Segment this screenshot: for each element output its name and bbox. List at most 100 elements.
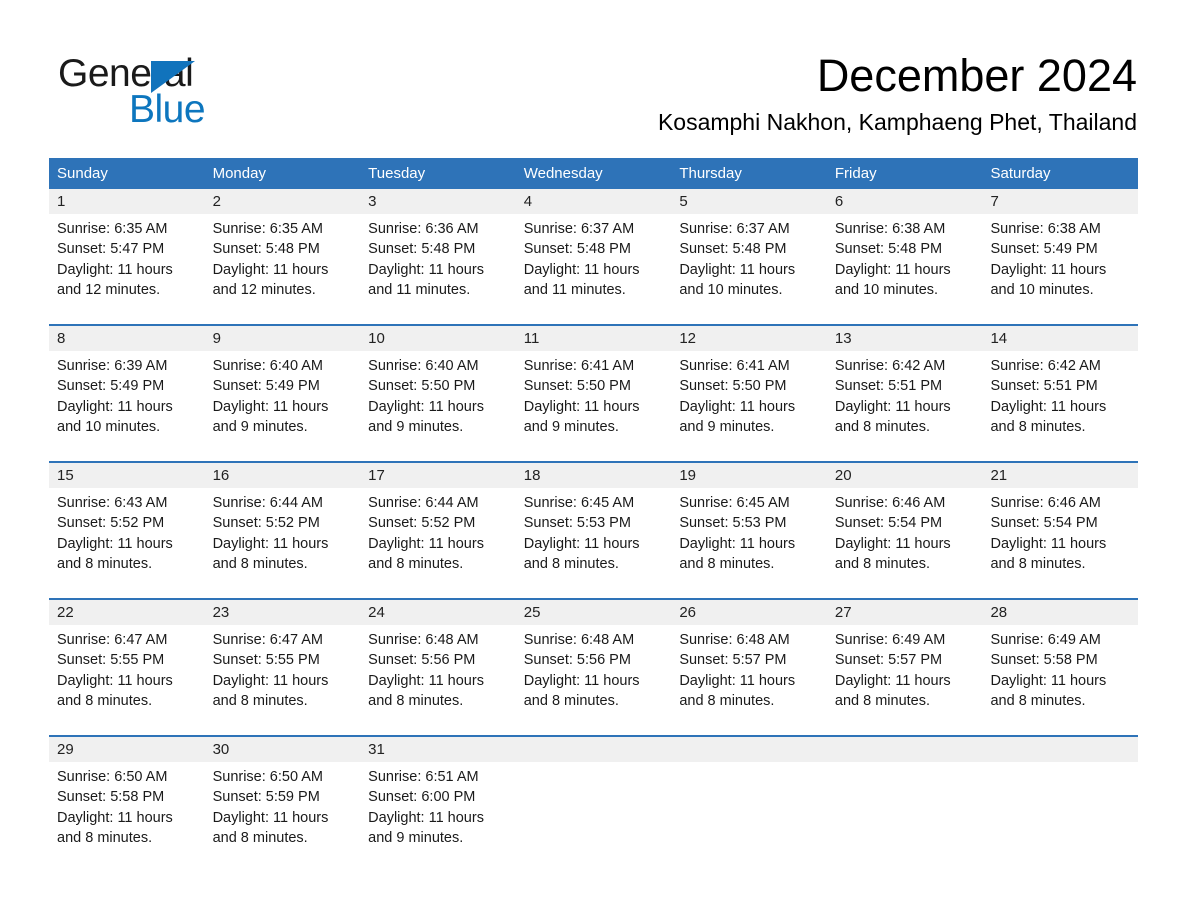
day-cell[interactable]: Sunrise: 6:44 AM Sunset: 5:52 PM Dayligh…	[205, 488, 361, 598]
day-number[interactable]: 15	[49, 463, 205, 488]
day-cell[interactable]: Sunrise: 6:36 AM Sunset: 5:48 PM Dayligh…	[360, 214, 516, 324]
day-number[interactable]: 17	[360, 463, 516, 488]
daylight-text: Daylight: 11 hours	[679, 535, 796, 552]
day-cell[interactable]: Sunrise: 6:42 AM Sunset: 5:51 PM Dayligh…	[982, 351, 1138, 461]
day-cell[interactable]: Sunrise: 6:45 AM Sunset: 5:53 PM Dayligh…	[516, 488, 672, 598]
day-cell[interactable]: Sunrise: 6:40 AM Sunset: 5:49 PM Dayligh…	[205, 351, 361, 461]
day-number[interactable]: 26	[671, 600, 827, 625]
day-number[interactable]: 20	[827, 463, 983, 488]
day-number-band: 22 23 24 25 26 27 28	[49, 600, 1138, 625]
sunset-text: Sunset: 5:52 PM	[368, 515, 476, 532]
day-number[interactable]: 5	[671, 189, 827, 214]
generalblue-logo: General Blue	[58, 52, 318, 132]
day-number[interactable]: 31	[360, 737, 516, 762]
weekday-header-monday: Monday	[212, 165, 266, 182]
sunrise-text: Sunrise: 6:41 AM	[679, 358, 790, 374]
day-cell[interactable]: Sunrise: 6:37 AM Sunset: 5:48 PM Dayligh…	[516, 214, 672, 324]
daylight-text: Daylight: 11 hours	[57, 672, 173, 689]
daylight-text: Daylight: 11 hours	[368, 398, 484, 415]
day-number[interactable]: 14	[982, 326, 1138, 351]
daylight-text: Daylight: 11 hours	[990, 398, 1107, 415]
daylight-text-cont: and 10 minutes.	[990, 281, 1094, 298]
day-cell[interactable]: Sunrise: 6:46 AM Sunset: 5:54 PM Dayligh…	[982, 488, 1138, 598]
day-cell[interactable]: Sunrise: 6:51 AM Sunset: 6:00 PM Dayligh…	[360, 762, 516, 872]
page-header: General Blue December 2024 Kosamphi Nakh…	[0, 0, 1188, 152]
sunrise-text: Sunrise: 6:51 AM	[368, 769, 479, 785]
sunrise-text: Sunrise: 6:48 AM	[523, 632, 635, 648]
day-cell[interactable]: Sunrise: 6:43 AM Sunset: 5:52 PM Dayligh…	[49, 488, 205, 598]
sunrise-text: Sunrise: 6:40 AM	[212, 358, 323, 374]
day-number[interactable]: 27	[827, 600, 983, 625]
day-cell[interactable]: Sunrise: 6:35 AM Sunset: 5:47 PM Dayligh…	[49, 214, 205, 324]
sunset-text: Sunset: 5:50 PM	[368, 378, 476, 395]
day-number[interactable]: 19	[671, 463, 827, 488]
day-number[interactable]: 4	[516, 189, 672, 214]
day-cell[interactable]: Sunrise: 6:49 AM Sunset: 5:57 PM Dayligh…	[827, 625, 983, 735]
day-cell[interactable]: Sunrise: 6:47 AM Sunset: 5:55 PM Dayligh…	[49, 625, 205, 735]
daylight-text-cont: and 12 minutes.	[57, 281, 161, 298]
day-cell[interactable]: Sunrise: 6:47 AM Sunset: 5:55 PM Dayligh…	[205, 625, 361, 735]
day-number[interactable]: 13	[827, 326, 983, 351]
daylight-text-cont: and 8 minutes.	[990, 418, 1086, 435]
day-cell[interactable]: Sunrise: 6:48 AM Sunset: 5:56 PM Dayligh…	[360, 625, 516, 735]
sunrise-text: Sunrise: 6:41 AM	[523, 358, 635, 374]
location-subtitle: Kosamphi Nakhon, Kamphaeng Phet, Thailan…	[657, 109, 1137, 135]
day-number[interactable]: 18	[516, 463, 672, 488]
sunset-text: Sunset: 5:49 PM	[990, 241, 1098, 258]
sunrise-text: Sunrise: 6:45 AM	[679, 495, 790, 511]
day-cell[interactable]: Sunrise: 6:48 AM Sunset: 5:57 PM Dayligh…	[671, 625, 827, 735]
day-cell[interactable]: Sunrise: 6:38 AM Sunset: 5:48 PM Dayligh…	[827, 214, 983, 324]
day-cell[interactable]: Sunrise: 6:41 AM Sunset: 5:50 PM Dayligh…	[516, 351, 672, 461]
day-number[interactable]: 2	[205, 189, 361, 214]
day-cell[interactable]: Sunrise: 6:37 AM Sunset: 5:48 PM Dayligh…	[671, 214, 827, 324]
day-number[interactable]: 21	[982, 463, 1138, 488]
daylight-text-cont: and 8 minutes.	[990, 692, 1086, 709]
day-number[interactable]: 10	[360, 326, 516, 351]
day-cell[interactable]: Sunrise: 6:38 AM Sunset: 5:49 PM Dayligh…	[982, 214, 1138, 324]
day-cell[interactable]: Sunrise: 6:48 AM Sunset: 5:56 PM Dayligh…	[516, 625, 672, 735]
daylight-text-cont: and 9 minutes.	[368, 418, 464, 435]
day-cell[interactable]: Sunrise: 6:46 AM Sunset: 5:54 PM Dayligh…	[827, 488, 983, 598]
day-number[interactable]: 1	[49, 189, 205, 214]
day-number[interactable]: 22	[49, 600, 205, 625]
sunset-text: Sunset: 5:53 PM	[679, 515, 787, 532]
sunrise-text: Sunrise: 6:46 AM	[990, 495, 1101, 511]
sunset-text: Sunset: 5:50 PM	[679, 378, 787, 395]
day-cell[interactable]: Sunrise: 6:44 AM Sunset: 5:52 PM Dayligh…	[360, 488, 516, 598]
day-number[interactable]: 11	[516, 326, 672, 351]
day-cell[interactable]: Sunrise: 6:50 AM Sunset: 5:58 PM Dayligh…	[49, 762, 205, 872]
day-number[interactable]: 8	[49, 326, 205, 351]
daylight-text: Daylight: 11 hours	[212, 535, 329, 552]
day-cell-empty	[982, 762, 1138, 872]
sunset-text: Sunset: 5:56 PM	[368, 652, 476, 669]
day-cell[interactable]: Sunrise: 6:45 AM Sunset: 5:53 PM Dayligh…	[671, 488, 827, 598]
day-number[interactable]: 16	[205, 463, 361, 488]
day-cell[interactable]: Sunrise: 6:49 AM Sunset: 5:58 PM Dayligh…	[982, 625, 1138, 735]
day-cell[interactable]: Sunrise: 6:41 AM Sunset: 5:50 PM Dayligh…	[671, 351, 827, 461]
day-number[interactable]: 28	[982, 600, 1138, 625]
sunrise-text: Sunrise: 6:50 AM	[57, 769, 168, 785]
calendar-week-row: 8 9 10 11 12 13 14 Sunrise: 6:39 AM Suns…	[49, 324, 1138, 461]
day-detail-row: Sunrise: 6:35 AM Sunset: 5:47 PM Dayligh…	[49, 214, 1138, 324]
day-cell[interactable]: Sunrise: 6:40 AM Sunset: 5:50 PM Dayligh…	[360, 351, 516, 461]
day-number[interactable]: 24	[360, 600, 516, 625]
day-number[interactable]: 25	[516, 600, 672, 625]
day-cell[interactable]: Sunrise: 6:39 AM Sunset: 5:49 PM Dayligh…	[49, 351, 205, 461]
day-number[interactable]: 30	[205, 737, 361, 762]
day-cell[interactable]: Sunrise: 6:50 AM Sunset: 5:59 PM Dayligh…	[205, 762, 361, 872]
day-number[interactable]: 29	[49, 737, 205, 762]
day-number[interactable]: 9	[205, 326, 361, 351]
sunset-text: Sunset: 5:49 PM	[57, 378, 165, 395]
day-number[interactable]: 6	[827, 189, 983, 214]
sunset-text: Sunset: 5:52 PM	[57, 515, 165, 532]
day-cell[interactable]: Sunrise: 6:42 AM Sunset: 5:51 PM Dayligh…	[827, 351, 983, 461]
day-number[interactable]: 23	[205, 600, 361, 625]
day-cell[interactable]: Sunrise: 6:35 AM Sunset: 5:48 PM Dayligh…	[205, 214, 361, 324]
calendar-week-row: 29 30 31 Sunrise: 6:50 AM Sunset: 5:58 P…	[49, 735, 1138, 872]
day-number[interactable]: 12	[671, 326, 827, 351]
sunrise-text: Sunrise: 6:50 AM	[212, 769, 323, 785]
daylight-text-cont: and 8 minutes.	[57, 555, 153, 572]
day-number[interactable]: 7	[982, 189, 1138, 214]
day-number[interactable]: 3	[360, 189, 516, 214]
daylight-text: Daylight: 11 hours	[212, 809, 329, 826]
